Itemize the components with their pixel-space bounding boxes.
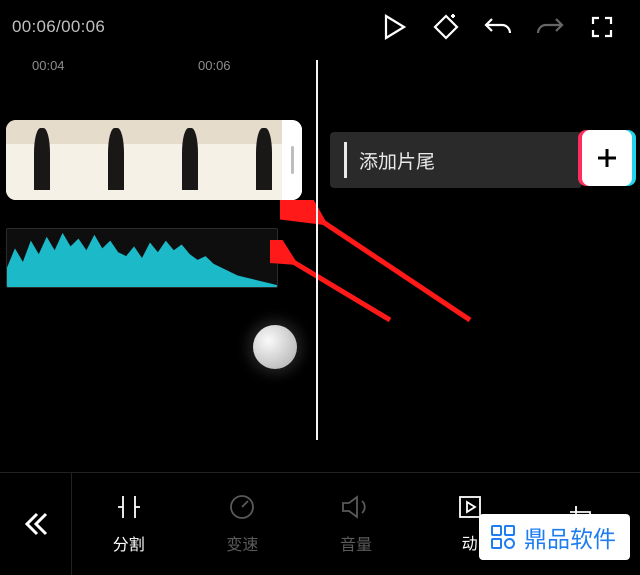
clip-thumbnail [6,120,80,200]
video-clip[interactable] [6,120,302,200]
top-toolbar: 00:06/00:06 [0,0,640,54]
timeline-panel[interactable]: 添加片尾 [0,80,640,440]
split-icon [114,492,144,522]
volume-icon [340,492,372,522]
add-ending-clip[interactable]: 添加片尾 [330,132,582,188]
clip-thumbnail [80,120,154,200]
clip-thumbnail [154,120,228,200]
tool-label: 分割 [113,531,145,555]
tool-split[interactable]: 分割 [72,492,186,555]
redo-icon [536,15,564,39]
ruler-tick: 00:04 [32,58,65,73]
watermark-badge: 鼎品软件 [479,514,630,560]
undo-icon [484,15,512,39]
ruler-tick: 00:06 [198,58,231,73]
audio-track[interactable] [6,228,278,288]
playhead[interactable] [316,60,318,440]
add-clip-button[interactable] [582,130,632,186]
timeline-ruler[interactable]: 00:04 00:06 [0,54,640,80]
clip-right-handle[interactable] [282,120,302,200]
waveform-icon [7,229,277,287]
add-end-label: 添加片尾 [359,147,435,174]
app-logo-icon [489,523,517,551]
diamond-plus-icon [431,12,461,42]
speed-icon [227,492,257,522]
undo-button[interactable] [472,0,524,54]
play-icon [382,14,406,40]
keyframe-button[interactable] [420,0,472,54]
timeline-scrub-knob[interactable] [253,325,297,369]
add-end-handle [344,142,347,178]
playback-time: 00:06/00:06 [12,17,105,37]
tool-volume[interactable]: 音量 [299,492,413,555]
tool-label: 音量 [340,531,372,555]
chevron-double-left-icon [21,509,51,539]
tool-label: 动 [462,530,478,554]
play-button[interactable] [368,0,420,54]
tool-label: 变速 [226,531,258,555]
redo-button[interactable] [524,0,576,54]
fullscreen-button[interactable] [576,0,628,54]
expand-icon [590,15,614,39]
tool-speed[interactable]: 变速 [186,492,300,555]
annotation-arrow [270,240,400,330]
plus-icon [594,145,620,171]
watermark-label: 鼎品软件 [524,520,616,554]
back-button[interactable] [0,473,72,575]
